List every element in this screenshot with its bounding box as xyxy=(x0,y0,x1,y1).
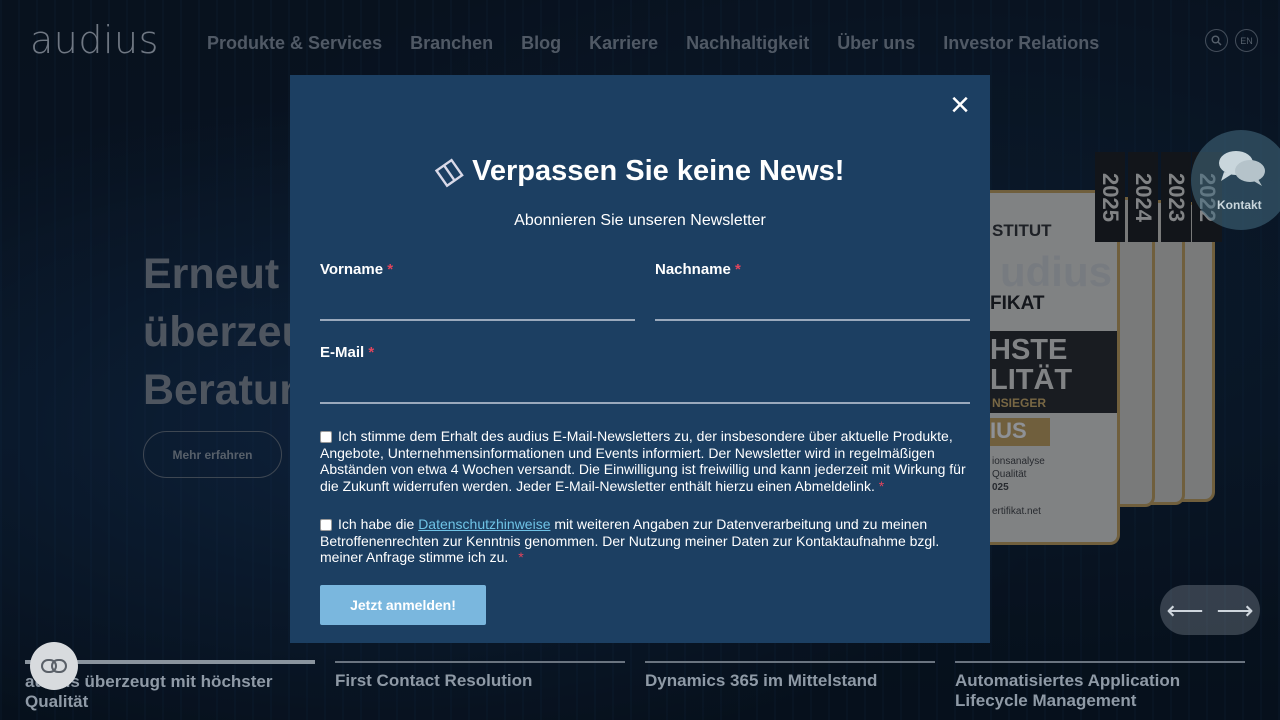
kontakt-label: Kontakt xyxy=(1217,198,1262,212)
vorname-field[interactable] xyxy=(320,291,635,321)
nachname-field[interactable] xyxy=(655,291,970,321)
privacy-consent-text: Ich habe die Datenschutzhinweise mit wei… xyxy=(320,516,940,565)
arrow-right-icon[interactable]: ⟶ xyxy=(1216,595,1253,626)
vorname-label: Vorname * xyxy=(320,261,394,278)
modal-subtitle: Abonnieren Sie unseren Newsletter xyxy=(514,212,766,229)
jetzt-anmelden-button[interactable]: Jetzt anmelden! xyxy=(320,585,486,625)
close-icon[interactable]: × xyxy=(946,88,974,122)
nachname-label: Nachname * xyxy=(655,261,741,278)
cookie-settings-button[interactable] xyxy=(30,642,78,690)
newsletter-consent-text: Ich stimme dem Erhalt des audius E-Mail-… xyxy=(320,428,966,494)
slide-tab[interactable]: Dynamics 365 im Mittelstand xyxy=(645,661,935,691)
newspaper-icon: ◫ xyxy=(428,151,467,191)
slide-tab[interactable]: First Contact Resolution xyxy=(335,661,625,691)
slider-arrows: ⟵ ⟶ xyxy=(1160,585,1260,635)
email-field[interactable] xyxy=(320,374,970,404)
email-label: E-Mail * xyxy=(320,344,375,361)
modal-title-text: Verpassen Sie keine News! xyxy=(472,155,845,187)
slide-tab[interactable]: Automatisiertes Application Lifecycle Ma… xyxy=(955,661,1245,711)
datenschutzhinweise-link[interactable]: Datenschutzhinweise xyxy=(418,516,550,532)
arrow-left-icon[interactable]: ⟵ xyxy=(1166,595,1203,626)
modal-title: ◫ Verpassen Sie keine News! xyxy=(290,151,990,191)
chat-icon xyxy=(1216,148,1268,196)
